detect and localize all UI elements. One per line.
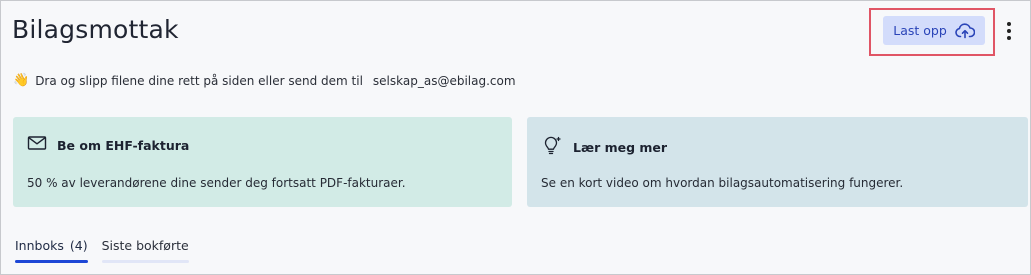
more-vertical-icon	[1007, 22, 1011, 26]
inbox-email-address: selskap_as@ebilag.com	[372, 73, 516, 88]
wave-hand-icon: 👋	[13, 73, 30, 88]
learn-card-text: Se en kort video om hvordan bilagsautoma…	[541, 176, 904, 190]
ehf-invoice-card[interactable]: Be om EHF-faktura 50 % av leverandørene …	[13, 117, 512, 207]
upload-button-label: Last opp	[893, 23, 947, 38]
hint-text: Dra og slipp filene dine rett på siden e…	[35, 73, 363, 88]
tab-inbox[interactable]: Innboks (4)	[15, 238, 88, 263]
lightbulb-icon	[541, 135, 563, 159]
tab-recent-posted-label: Siste bokførte	[101, 238, 189, 253]
ehf-card-title: Be om EHF-faktura	[57, 137, 190, 153]
cloud-upload-icon	[955, 22, 975, 39]
mail-icon	[27, 135, 47, 155]
inbox-tabs: Innboks (4) Siste bokførte	[15, 238, 189, 263]
more-options-button[interactable]	[1002, 19, 1016, 43]
drag-drop-hint: 👋 Dra og slipp filene dine rett på siden…	[13, 73, 516, 88]
app-frame: Bilagsmottak Last opp 👋 Dra og slipp fil…	[0, 0, 1031, 275]
page-title: Bilagsmottak	[12, 15, 179, 44]
tab-inbox-label: Innboks	[15, 238, 64, 253]
tab-recent-posted[interactable]: Siste bokførte	[101, 238, 189, 263]
upload-button[interactable]: Last opp	[883, 16, 985, 45]
tab-inbox-count: (4)	[69, 238, 88, 253]
ehf-card-text: 50 % av leverandørene dine sender deg fo…	[27, 176, 406, 190]
learn-card-title: Lær meg mer	[573, 139, 668, 155]
learn-more-card[interactable]: Lær meg mer Se en kort video om hvordan …	[527, 117, 1028, 207]
